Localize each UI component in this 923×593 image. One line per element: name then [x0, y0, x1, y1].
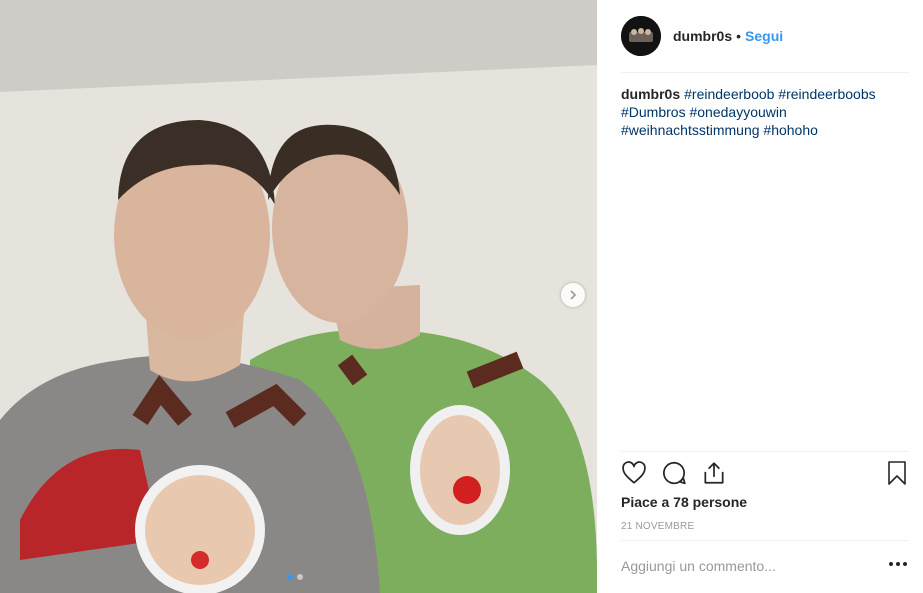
avatar[interactable] — [621, 16, 661, 56]
post-photo[interactable] — [0, 0, 597, 593]
comment-input[interactable] — [621, 558, 871, 574]
more-dot — [896, 562, 900, 566]
next-photo-button[interactable] — [561, 283, 585, 307]
save-button[interactable] — [885, 460, 909, 491]
post-header: dumbr0s • Segui — [621, 14, 909, 58]
photo-illustration — [0, 0, 597, 593]
likes-count[interactable]: Piace a 78 persone — [621, 494, 747, 510]
hashtag-link[interactable]: #hohoho — [763, 122, 818, 138]
like-button[interactable] — [621, 460, 647, 491]
carousel-dot-2 — [297, 574, 303, 580]
hashtag-link[interactable]: #onedayyouwin — [689, 104, 786, 120]
comment-button[interactable] — [661, 460, 687, 491]
avatar-image — [621, 16, 661, 56]
follow-button[interactable]: Segui — [745, 28, 783, 44]
post-details-panel: dumbr0s • Segui dumbr0s #reindeerboob #re… — [597, 0, 923, 593]
divider — [621, 451, 909, 452]
hashtag-link[interactable]: #Dumbros — [621, 104, 686, 120]
caption-username[interactable]: dumbr0s — [621, 86, 680, 102]
share-icon — [704, 462, 724, 484]
divider — [621, 72, 909, 73]
more-options-button[interactable] — [889, 562, 907, 566]
bookmark-icon — [888, 461, 906, 485]
comment-icon — [663, 461, 686, 485]
hashtag-link[interactable]: #reindeerboob — [684, 86, 774, 102]
post-date[interactable]: 21 NOVEMBRE — [621, 521, 694, 532]
share-button[interactable] — [701, 460, 727, 491]
more-dot — [889, 562, 893, 566]
chevron-right-icon — [570, 290, 577, 300]
hashtag-link[interactable]: #reindeerboobs — [778, 86, 875, 102]
more-dot — [903, 562, 907, 566]
divider — [621, 540, 909, 541]
heart-icon — [622, 461, 646, 484]
hashtag-link[interactable]: #weihnachtsstimmung — [621, 122, 760, 138]
post-caption: dumbr0s #reindeerboob #reindeerboobs #Dum… — [621, 85, 901, 139]
carousel-dot-1 — [287, 574, 293, 580]
separator-dot: • — [736, 28, 742, 44]
carousel-indicator — [287, 574, 303, 580]
post-actions — [621, 460, 909, 490]
post-username[interactable]: dumbr0s — [673, 28, 732, 44]
